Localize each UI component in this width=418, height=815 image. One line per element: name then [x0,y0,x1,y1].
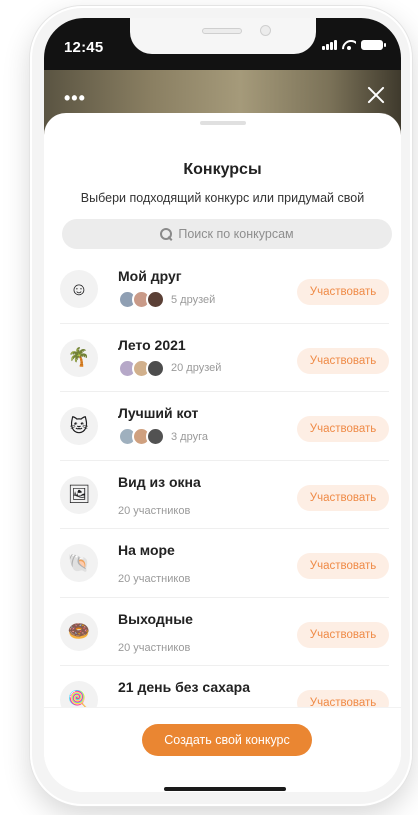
sheet-grabber[interactable] [200,121,246,125]
contests-sheet: Конкурсы Выбери подходящий конкурс или п… [44,113,401,792]
contest-list: ☺ Мой друг 5 друзей Участвовать 🌴 Лето 2021 20… [44,255,401,735]
sheet-title: Конкурсы [183,161,262,178]
contest-title: На море [118,542,175,558]
home-indicator[interactable] [164,787,286,791]
palm-tree-icon: 🌴 [60,338,98,377]
search-input[interactable]: Поиск по конкурсам [62,219,392,249]
contest-count: 3 друга [171,430,208,443]
avatar-stack [118,358,165,378]
avatar-stack [118,290,165,309]
contest-title: Лето 2021 [118,336,186,353]
donut-icon: 🍩 [60,612,98,651]
contest-row[interactable]: 🐚 На море 20 участников Участвовать [60,529,389,598]
contest-count: 20 участников [118,504,191,517]
notch [130,18,316,54]
app-screen: 12:45 ••• Конкурсы Выбери подходящий кон… [44,18,401,792]
search-placeholder: Поиск по конкурсам [178,227,294,241]
join-button[interactable]: Участвовать [297,553,389,579]
contest-title: Мой друг [118,268,182,284]
contest-title: 21 день без сахара [118,679,251,695]
status-time: 12:45 [64,39,104,56]
status-icons [322,40,386,50]
join-button[interactable]: Участвовать [297,279,389,305]
footer: Создать свой конкурс [44,707,401,792]
avatar [146,358,165,378]
join-button[interactable]: Участвовать [297,416,389,442]
camera-icon [260,25,271,36]
contest-count: 5 друзей [171,293,216,306]
cat-face-icon: 🐱 [60,407,98,445]
contest-count: 20 друзей [171,362,222,374]
contest-participants: 3 друга [118,427,208,446]
signal-icon [322,40,337,50]
join-button[interactable]: Участвовать [297,347,389,374]
contest-count: 20 участников [118,573,191,585]
sheet-subtitle: Выбери подходящий конкурс или придумай с… [80,191,365,205]
contest-row[interactable]: 🖼 Вид из окна 20 участников Участвовать [60,461,389,529]
contest-row[interactable]: 🐱 Лучший кот 3 друга Участвовать [60,392,389,461]
avatar-stack [118,427,165,446]
battery-icon [361,40,386,50]
landscape-picture-icon: 🖼 [60,475,98,514]
speaker-icon [202,28,242,34]
create-contest-button[interactable]: Создать свой конкурс [142,724,312,756]
contest-row[interactable]: 🌴 Лето 2021 20 друзей Участвовать [60,324,389,392]
shell-icon: 🐚 [60,544,98,582]
contest-row[interactable]: 🍩 Выходные 20 участников Участвовать [60,598,389,666]
join-button[interactable]: Участвовать [297,621,389,648]
contest-participants: 20 друзей [118,358,222,378]
more-options-icon[interactable]: ••• [64,88,86,109]
contest-title: Выходные [118,610,193,627]
wifi-icon [342,40,356,50]
smiling-face-icon: ☺ [60,270,98,308]
contest-title: Лучший кот [118,405,199,421]
contest-title: Вид из окна [118,473,201,490]
status-bar: 12:45 [44,18,401,70]
search-icon [160,228,173,240]
avatar [146,427,165,446]
contest-count: 20 участников [118,641,191,654]
close-icon[interactable] [365,84,387,106]
join-button[interactable]: Участвовать [297,484,389,511]
contest-participants: 5 друзей [118,290,215,309]
avatar [146,290,165,309]
contest-row[interactable]: ☺ Мой друг 5 друзей Участвовать [60,255,389,324]
